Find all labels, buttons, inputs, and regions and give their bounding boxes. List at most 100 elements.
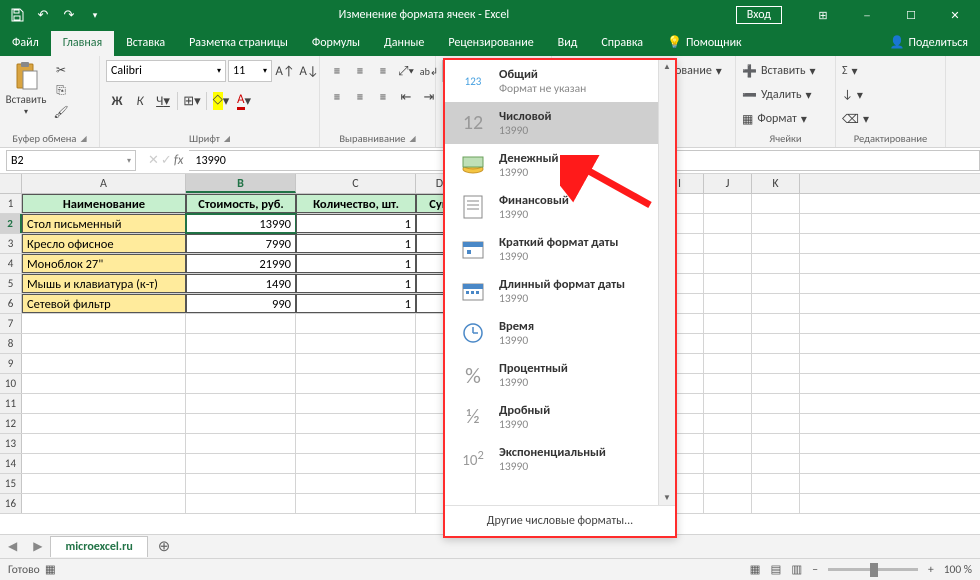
select-all-corner[interactable] [0,174,22,193]
number-format-option[interactable]: ½ Дробный 13990 [445,396,675,438]
cell[interactable] [186,334,296,353]
cell[interactable]: Наименование [22,194,186,213]
cell[interactable] [752,434,800,453]
tab-file[interactable]: Файл [0,31,51,56]
format-cells-button[interactable]: ▦Формат▾ [742,108,807,130]
orientation-icon[interactable]: ⤢▾ [395,60,417,82]
cell[interactable] [296,434,416,453]
tab-insert[interactable]: Вставка [114,31,177,56]
ribbon-display-icon[interactable]: ⊞ [802,1,844,29]
save-icon[interactable] [6,4,28,26]
cell[interactable] [752,354,800,373]
row-header[interactable]: 14 [0,454,22,473]
row-header[interactable]: 9 [0,354,22,373]
insert-cells-button[interactable]: ➕Вставить▾ [742,60,816,82]
cell[interactable] [22,454,186,473]
tab-view[interactable]: Вид [546,31,590,56]
number-format-option[interactable]: Краткий формат даты 13990 [445,228,675,270]
cell[interactable] [296,394,416,413]
column-header[interactable]: C [296,174,416,193]
undo-icon[interactable]: ↶ [32,4,54,26]
tab-data[interactable]: Данные [372,31,436,56]
row-header[interactable]: 11 [0,394,22,413]
close-button[interactable]: ✕ [934,1,976,29]
row-header[interactable]: 16 [0,494,22,513]
cell[interactable] [752,414,800,433]
cell[interactable] [296,334,416,353]
cell[interactable] [22,474,186,493]
cell[interactable] [296,414,416,433]
cell[interactable]: Сетевой фильтр [22,294,186,313]
sign-in-button[interactable]: Вход [736,6,782,24]
dropdown-scrollbar[interactable] [658,60,675,505]
cell[interactable] [296,354,416,373]
cell[interactable] [704,234,752,253]
cell[interactable]: 7990 [186,234,296,253]
cell[interactable] [704,254,752,273]
clipboard-launcher-icon[interactable]: ◢ [80,134,86,144]
row-header[interactable]: 7 [0,314,22,333]
cell[interactable] [704,474,752,493]
sheet-tab[interactable]: microexcel.ru [50,536,147,557]
align-top-icon[interactable]: ≡ [326,60,348,82]
zoom-in-button[interactable]: + [928,563,934,577]
cell[interactable] [186,434,296,453]
cell[interactable] [22,414,186,433]
cell[interactable] [704,334,752,353]
cell[interactable] [704,374,752,393]
tab-home[interactable]: Главная [51,31,114,56]
align-left-icon[interactable]: ≡ [326,86,348,108]
cell[interactable] [704,354,752,373]
paste-button[interactable]: Вставить▾ [6,60,46,117]
fx-icon[interactable]: fx [174,153,184,168]
cell[interactable] [22,374,186,393]
qat-customize-icon[interactable]: ▾ [84,4,106,26]
fill-button[interactable]: ↓▾ [842,84,863,106]
align-center-icon[interactable]: ≡ [349,86,371,108]
number-format-option[interactable]: 102 Экспоненциальный 13990 [445,438,675,480]
column-header[interactable]: B [186,174,296,193]
row-header[interactable]: 12 [0,414,22,433]
cell[interactable]: 1 [296,254,416,273]
row-header[interactable]: 3 [0,234,22,253]
enter-formula-icon[interactable]: ✓ [161,153,172,168]
zoom-level[interactable]: 100 % [944,563,972,577]
cell[interactable]: 21990 [186,254,296,273]
cell[interactable]: 1 [296,214,416,233]
cell[interactable] [186,474,296,493]
row-header[interactable]: 6 [0,294,22,313]
row-header[interactable]: 5 [0,274,22,293]
cell[interactable]: 1 [296,274,416,293]
cancel-formula-icon[interactable]: ✕ [148,153,159,168]
cell[interactable] [186,374,296,393]
redo-icon[interactable]: ↷ [58,4,80,26]
cell[interactable] [296,374,416,393]
cell[interactable] [704,414,752,433]
tell-me-button[interactable]: 💡Помощник [655,30,754,56]
number-format-option[interactable]: % Процентный 13990 [445,354,675,396]
font-launcher-icon[interactable]: ◢ [224,134,230,144]
cell[interactable] [704,274,752,293]
cell[interactable]: 13990 [186,214,296,233]
cell[interactable] [186,494,296,513]
column-header[interactable]: J [704,174,752,193]
cell[interactable] [22,334,186,353]
cell[interactable]: Количество, шт. [296,194,416,213]
cell[interactable]: 1 [296,234,416,253]
decrease-indent-icon[interactable]: ⇤ [395,86,417,108]
cell[interactable] [186,414,296,433]
cell[interactable]: Стоимость, руб. [186,194,296,213]
delete-cells-button[interactable]: ➖Удалить▾ [742,84,812,106]
fill-color-icon[interactable]: ◇▾ [210,90,232,112]
cell[interactable] [296,314,416,333]
align-right-icon[interactable]: ≡ [372,86,394,108]
zoom-slider[interactable] [828,568,918,571]
cell[interactable] [22,354,186,373]
cell[interactable] [752,274,800,293]
cell[interactable] [704,394,752,413]
number-format-option[interactable]: Финансовый 13990 [445,186,675,228]
more-number-formats-button[interactable]: Другие числовые форматы... [445,505,675,536]
cell[interactable] [296,494,416,513]
cell[interactable]: Мышь и клавиатура (к-т) [22,274,186,293]
cell[interactable]: Кресло офисное [22,234,186,253]
